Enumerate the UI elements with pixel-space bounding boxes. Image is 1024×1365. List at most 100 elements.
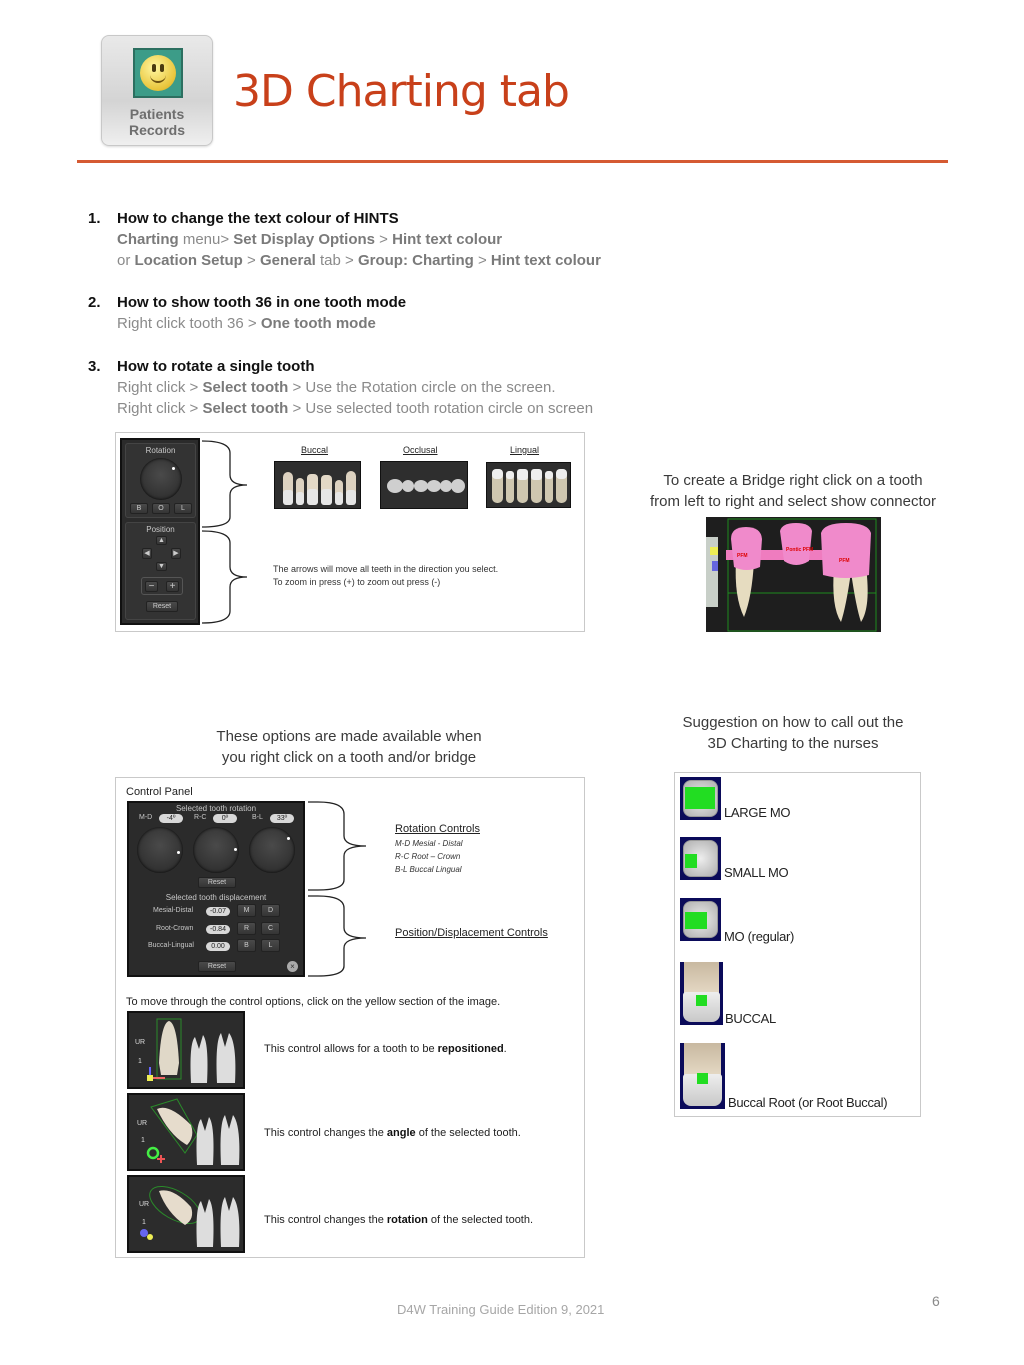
instruction-text: or [117, 252, 135, 269]
callout-label: Buccal Root (or Root Buccal) [728, 1095, 888, 1110]
buccal-button[interactable]: B [237, 939, 256, 952]
callout-label: LARGE MO [724, 805, 791, 820]
instruction-text: Right click tooth 36 > [117, 315, 261, 332]
menu-path-term: Charting [117, 231, 179, 248]
bl-rotation-knob[interactable] [249, 827, 295, 873]
callout-label: BUCCAL [725, 1011, 776, 1026]
instruction-line: Right click > Select tooth > Use the Rot… [117, 377, 556, 398]
lingual-view-button[interactable]: L [174, 503, 192, 514]
buccal-view-button[interactable]: B [130, 503, 148, 514]
occlusal-teeth-image [380, 461, 468, 509]
move-note: To move through the control options, cli… [126, 996, 501, 1008]
angle-control-image[interactable]: UR 1 [127, 1093, 245, 1171]
instruction-heading: How to rotate a single tooth [117, 358, 315, 375]
instruction-text: Right click > [117, 379, 203, 396]
bridge-label: PFM [737, 553, 748, 559]
position-group: Position ▲ ◀ ▶ ▼ − + Reset [125, 522, 196, 620]
menu-path-term: Select tooth [202, 379, 289, 396]
occlusal-view-button[interactable]: O [152, 503, 170, 514]
rotation-control-image[interactable]: UR 1 [127, 1175, 245, 1253]
rotation-reset-button[interactable]: Reset [198, 877, 236, 888]
move-up-button[interactable]: ▲ [156, 536, 167, 545]
instruction-text: > [375, 231, 393, 248]
rc-rotation-value[interactable]: 0º [213, 814, 237, 823]
page-title: 3D Charting tab [233, 66, 570, 117]
bracket-icon [308, 801, 367, 977]
instruction-text: > Use selected tooth rotation circle on … [288, 400, 594, 417]
zoom-out-button[interactable]: − [145, 581, 158, 592]
move-down-button[interactable]: ▼ [156, 562, 167, 571]
bridge-caption: To create a Bridge right click on a toot… [650, 472, 936, 510]
move-right-button[interactable]: ▶ [171, 548, 181, 559]
md-rotation-knob[interactable] [137, 827, 183, 873]
control-panel-caption: These options are made available when yo… [216, 728, 482, 766]
page-number: 6 [932, 1293, 940, 1309]
title-divider [77, 160, 948, 163]
bracket-icon [202, 440, 248, 624]
menu-path-term: Location Setup [134, 252, 243, 269]
buccal-view-label: Buccal [301, 445, 329, 455]
bl-rotation-value[interactable]: 33º [270, 814, 294, 823]
menu-path-term: Hint text colour [392, 231, 503, 248]
zoom-in-button[interactable]: + [166, 581, 179, 592]
mo-regular-tooth-icon [680, 898, 721, 941]
svg-text:UR: UR [137, 1120, 147, 1127]
menu-path-term: General [259, 252, 316, 269]
reposition-description: This control allows for a tooth to be re… [264, 1043, 507, 1055]
displacement-reset-button[interactable]: Reset [198, 961, 236, 972]
occlusal-view-label: Occlusal [403, 445, 438, 455]
svg-text:UR: UR [135, 1039, 145, 1046]
position-note: The arrows will move all teeth in the di… [273, 564, 499, 587]
svg-text:1: 1 [142, 1219, 146, 1226]
menu-path-term: Hint text colour [490, 252, 601, 269]
bridge-label: Pontic PFM [786, 547, 813, 553]
position-controls-heading: Position/Displacement Controls [395, 927, 548, 939]
instruction-line: Right click tooth 36 > One tooth mode [117, 313, 376, 334]
position-reset-button[interactable]: Reset [146, 601, 178, 612]
menu-path-term: Set Display Options [233, 231, 375, 248]
suggestion-caption: Suggestion on how to call out the 3D Cha… [682, 714, 904, 752]
instruction-line: Right click > Select tooth > Use selecte… [117, 398, 593, 419]
md-rotation-value[interactable]: -4º [159, 814, 183, 823]
distal-button[interactable]: D [261, 904, 280, 917]
instruction-text: > [473, 252, 491, 269]
instruction-heading: How to show tooth 36 in one tooth mode [117, 294, 407, 311]
app-icon-label: Patients Records [128, 106, 186, 138]
move-left-button[interactable]: ◀ [142, 548, 152, 559]
angle-description: This control changes the angle of the se… [264, 1127, 521, 1139]
instruction-text: > [242, 252, 260, 269]
patients-records-app-icon: Patients Records [101, 35, 213, 146]
small-mo-tooth-icon [680, 837, 721, 880]
svg-text:UR: UR [139, 1201, 149, 1208]
svg-text:1: 1 [141, 1137, 145, 1144]
footer-text: D4W Training Guide Edition 9, 2021 [397, 1302, 605, 1317]
smiley-icon [133, 48, 183, 98]
callout-label: SMALL MO [724, 865, 789, 880]
instruction-text: Right click > [117, 400, 203, 417]
rotation-knob[interactable] [140, 458, 182, 500]
callout-label: MO (regular) [724, 929, 795, 944]
mesial-distal-value[interactable]: -0.07 [206, 907, 230, 916]
mesial-button[interactable]: M [237, 904, 256, 917]
rotation-controls-heading: Rotation Controls [395, 823, 480, 835]
crown-button[interactable]: C [261, 922, 280, 935]
lingual-teeth-image [486, 462, 571, 508]
buccal-teeth-image [274, 461, 361, 509]
menu-path-term: Group: Charting [357, 252, 474, 269]
root-button[interactable]: R [237, 922, 256, 935]
callout-suggestions-panel: LARGE MO SMALL MO MO (regular) BUCCAL Bu… [674, 772, 921, 1117]
rotation-position-controls: Rotation B O L Position ▲ ◀ ▶ ▼ − + Rese… [120, 438, 200, 625]
rotation-group: Rotation B O L [125, 443, 196, 518]
instruction-text: tab > [315, 252, 358, 269]
buccal-lingual-value[interactable]: 0.00 [206, 942, 230, 951]
menu-path-term: Select tooth [202, 400, 289, 417]
svg-text:1: 1 [138, 1058, 142, 1065]
root-crown-value[interactable]: -0.84 [206, 925, 230, 934]
instruction-heading: How to change the text colour of HINTS [117, 210, 399, 227]
close-icon[interactable]: × [287, 961, 298, 972]
control-panel-title: Control Panel [126, 786, 193, 798]
lingual-view-label: Lingual [510, 445, 540, 455]
rc-rotation-knob[interactable] [193, 827, 239, 873]
lingual-button[interactable]: L [261, 939, 280, 952]
reposition-control-image[interactable]: UR 1 [127, 1011, 245, 1089]
